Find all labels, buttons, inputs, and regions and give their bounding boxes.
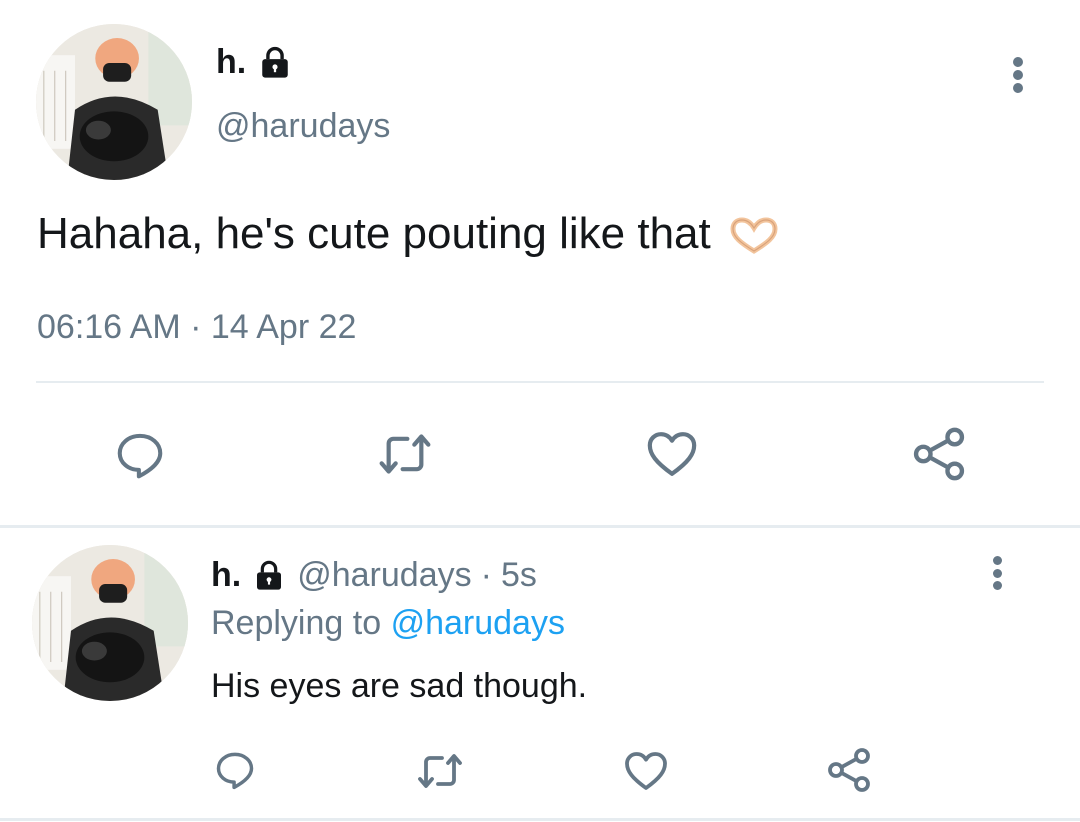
share-icon[interactable] [825, 746, 873, 794]
share-icon[interactable] [910, 425, 968, 483]
heart-hands-emoji [727, 216, 781, 256]
replying-label: Replying to [211, 604, 382, 642]
reply-handle[interactable]: @harudays [297, 556, 471, 595]
reply-time[interactable]: 5s [501, 556, 537, 595]
lock-icon [258, 44, 292, 80]
display-name[interactable]: h. [216, 43, 246, 82]
time-separator: · [480, 555, 492, 594]
reply-avatar[interactable] [32, 545, 188, 701]
avatar-photo [32, 545, 188, 701]
tweet-body: Hahaha, he's cute pouting like that [37, 209, 711, 258]
reply-text: His eyes are sad though. [211, 667, 588, 705]
retweet-icon[interactable] [412, 747, 468, 795]
reply-icon[interactable] [112, 428, 168, 482]
avatar-photo [36, 24, 192, 180]
reply-display-name[interactable]: h. [211, 556, 241, 595]
tweet-text: Hahaha, he's cute pouting like that [37, 207, 781, 261]
avatar[interactable] [36, 24, 192, 180]
replying-to: Replying to @harudays [211, 603, 565, 643]
reply-icon[interactable] [212, 748, 258, 792]
divider [36, 381, 1044, 383]
retweet-icon[interactable] [372, 426, 438, 482]
like-icon[interactable] [621, 747, 671, 795]
section-divider [0, 525, 1080, 528]
bottom-divider [0, 818, 1080, 821]
timestamp[interactable]: 06:16 AM · 14 Apr 22 [37, 307, 356, 347]
more-vertical-icon[interactable] [1011, 57, 1025, 93]
handle[interactable]: @harudays [216, 106, 390, 146]
replying-to-link[interactable]: @harudays [391, 604, 565, 642]
more-vertical-icon[interactable] [991, 556, 1003, 590]
lock-icon [253, 558, 285, 592]
like-icon[interactable] [642, 426, 702, 482]
